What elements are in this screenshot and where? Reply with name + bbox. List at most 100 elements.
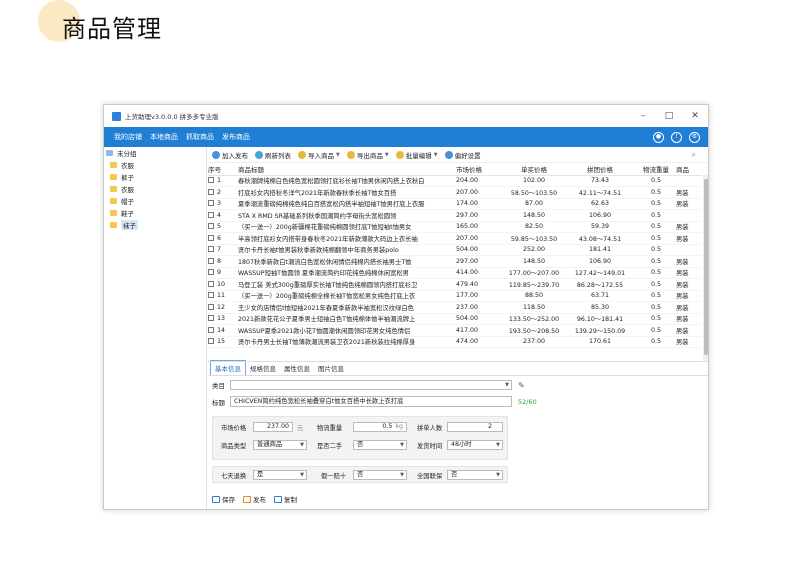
- table-row[interactable]: 5 （买一送一）200g新疆棉花重磅纯棉圆领打底T恤短袖t恤男女 165.00 82.…: [208, 221, 702, 233]
- sidebar-item[interactable]: 未分组: [104, 147, 206, 159]
- menu-my-store[interactable]: 我的店铺: [114, 132, 142, 142]
- col-category[interactable]: 商品: [676, 163, 702, 176]
- col-title[interactable]: 商品标题: [238, 163, 456, 176]
- row-index-cell[interactable]: 11: [208, 290, 238, 302]
- row-checkbox[interactable]: [208, 246, 214, 253]
- row-index-cell[interactable]: 14: [208, 324, 238, 337]
- second-hand-select[interactable]: 否 ▼: [353, 440, 407, 450]
- tab-image-info[interactable]: 图片信息: [314, 361, 348, 375]
- ship-time-select[interactable]: 48小时 ▼: [447, 440, 503, 450]
- copy-button[interactable]: 复制: [274, 494, 297, 504]
- add-publish-button[interactable]: 加入发布: [212, 150, 248, 160]
- sidebar-item[interactable]: 衣服: [104, 183, 206, 195]
- return-select[interactable]: 是 ▼: [253, 470, 307, 480]
- col-market-price[interactable]: 市场价格: [456, 163, 504, 176]
- row-checkbox[interactable]: [208, 200, 214, 207]
- publish-button[interactable]: 发布: [243, 494, 266, 504]
- table-row[interactable]: 13 2021新款花花公子夏季男士短袖白色T恤纯棉体恤半袖潮流牌上 504.00 13…: [208, 313, 702, 325]
- row-index-cell[interactable]: 12: [208, 301, 238, 314]
- row-checkbox[interactable]: [208, 280, 214, 287]
- row-index-cell[interactable]: 7: [208, 244, 238, 256]
- sidebar-item[interactable]: 裤子: [104, 171, 206, 183]
- edit-icon[interactable]: ✎: [518, 381, 525, 390]
- col-index[interactable]: 序号: [208, 163, 238, 176]
- row-index-cell[interactable]: 1: [208, 175, 238, 187]
- tab-attr-info[interactable]: 属性信息: [280, 361, 314, 375]
- row-index-cell[interactable]: 4: [208, 209, 238, 222]
- row-index-cell[interactable]: 6: [208, 232, 238, 245]
- table-row[interactable]: 7 贤尔卡丹长袖t恤男装秋季新款纯棉翻领中年商务男装polo 504.00 252.0…: [208, 244, 702, 256]
- row-checkbox[interactable]: [208, 326, 214, 333]
- row-checkbox[interactable]: [208, 177, 214, 184]
- row-checkbox[interactable]: [208, 223, 214, 230]
- tab-spec-info[interactable]: 规格信息: [246, 361, 280, 375]
- weight-input[interactable]: 0.5 kg: [353, 422, 407, 432]
- row-checkbox[interactable]: [208, 257, 214, 264]
- row-checkbox[interactable]: [208, 269, 214, 276]
- import-button[interactable]: 导入商品 ▼: [298, 150, 340, 160]
- row-index-cell[interactable]: 2: [208, 186, 238, 199]
- table-row[interactable]: 10 马登工装 美式300g重磅厚实长袖T恤纯色纯棉圆领内搭打底衫卫 479.40 1…: [208, 278, 702, 291]
- row-index-cell[interactable]: 9: [208, 267, 238, 279]
- sidebar-item[interactable]: 鞋子: [104, 207, 206, 219]
- row-checkbox[interactable]: [208, 315, 214, 322]
- row-checkbox[interactable]: [208, 188, 214, 195]
- menu-publish-goods[interactable]: 发布商品: [222, 132, 250, 142]
- table-row[interactable]: 6 半高领打底衫女内搭带身春秋冬2021年新款薄款大码边上衣长袖 207.00 59.…: [208, 232, 702, 245]
- row-checkbox[interactable]: [208, 338, 214, 345]
- sidebar-item[interactable]: 衣服: [104, 159, 206, 171]
- category-select[interactable]: ▼: [230, 380, 512, 390]
- user-icon[interactable]: ●: [653, 131, 664, 143]
- settings-button[interactable]: 偏好设置: [444, 150, 481, 160]
- col-group-price[interactable]: 拼团价格: [564, 163, 636, 176]
- export-button[interactable]: 导出商品 ▼: [346, 150, 389, 160]
- row-checkbox[interactable]: [208, 303, 214, 310]
- row-checkbox[interactable]: [208, 292, 214, 299]
- market-price-input[interactable]: 237.00: [253, 422, 293, 432]
- table-row[interactable]: 3 夏季潮流重磅纯棉纯色纯白百搭宽松内搭半袖短袖T恤男打底上衣服 174.00 87.…: [208, 198, 702, 210]
- col-single-price[interactable]: 单买价格: [504, 163, 564, 176]
- row-index-cell[interactable]: 10: [208, 278, 238, 291]
- table-cell: 42.11～74.51: [564, 186, 636, 199]
- info-icon[interactable]: !: [671, 131, 682, 143]
- table-row[interactable]: 9 WASSUP短袖T恤圆领 夏季潮流简约印花纯色纯棉休闲宽松男 414.00 177…: [208, 267, 702, 279]
- maximize-button[interactable]: □: [656, 111, 682, 121]
- table-row[interactable]: 4 STA X RMD SR基础系列秋季国潮简约字母街头宽松圆领 297.00 148…: [208, 209, 702, 222]
- goods-type-select[interactable]: 普通商品 ▼: [253, 440, 307, 450]
- table-row[interactable]: 2 打底衫女内搭秋冬洋气2021年新款春秋季长袖T恤女百搭 207.00 58.50～…: [208, 186, 702, 199]
- row-checkbox[interactable]: [208, 234, 214, 241]
- search-icon[interactable]: ⌕: [692, 150, 696, 160]
- table-scrollbar[interactable]: [703, 175, 708, 361]
- title-input[interactable]: CHICVEN简约纯色宽松长袖叠穿白t恤女百搭中长款上衣打底: [230, 396, 512, 407]
- minimize-button[interactable]: –: [630, 111, 656, 121]
- chevron-down-icon: ▼: [496, 442, 500, 448]
- col-weight[interactable]: 物流重量: [636, 163, 676, 176]
- save-button[interactable]: 保存: [212, 494, 235, 504]
- refresh-button[interactable]: 刷新列表: [255, 150, 291, 160]
- table-row[interactable]: 12 王少女的店情侣t恤短袖2021年春夏季新款半袖宽松汉纹绿白色 237.00 11…: [208, 301, 702, 314]
- batch-edit-button[interactable]: 批量编辑 ▼: [395, 150, 438, 160]
- row-index-cell[interactable]: 3: [208, 198, 238, 210]
- table-cell: 0.5: [636, 301, 676, 314]
- sidebar-item[interactable]: 袜子: [104, 219, 206, 231]
- row-checkbox[interactable]: [208, 211, 214, 218]
- scroll-thumb[interactable]: [704, 179, 708, 355]
- row-index-cell[interactable]: 13: [208, 313, 238, 325]
- tab-basic-info[interactable]: 基本信息: [210, 360, 246, 375]
- row-index-cell[interactable]: 15: [208, 336, 238, 348]
- warranty-select[interactable]: 否 ▼: [447, 470, 503, 480]
- table-row[interactable]: 11 （买一送一）200g重磅纯棉全棉长袖T恤宽松男女纯色打底上衣 177.00 88…: [208, 290, 702, 302]
- gear-icon[interactable]: ⚙: [689, 131, 700, 143]
- table-row[interactable]: 14 WASSUP夏季2021款小花T恤圆潮休闲圆领印花男女纯色情侣 417.00 1…: [208, 324, 702, 337]
- table-row[interactable]: 1 春秋潮牌纯棉白色纯色宽松圆领打底衫长袖T恤男休闲内搭上衣秋白 204.00 102…: [208, 175, 702, 187]
- fake-compensation-select[interactable]: 否 ▼: [353, 470, 407, 480]
- menu-local-goods[interactable]: 本地商品: [150, 132, 178, 142]
- row-index-cell[interactable]: 8: [208, 255, 238, 268]
- close-button[interactable]: ✕: [682, 111, 708, 121]
- sidebar-item[interactable]: 帽子: [104, 195, 206, 207]
- table-row[interactable]: 15 贤尔卡丹男士长袖T恤薄款潮流男装卫衣2021新秋装拉纯棉厚身 474.00 23…: [208, 336, 702, 348]
- group-size-stepper[interactable]: 2: [447, 422, 503, 432]
- row-index-cell[interactable]: 5: [208, 221, 238, 233]
- menu-crawl-goods[interactable]: 抓取商品: [186, 132, 214, 142]
- table-row[interactable]: 8 1807秋季新款白t潮流白色宽松休闲情侣纯棉内搭长袖男士T恤 297.00 148…: [208, 255, 702, 268]
